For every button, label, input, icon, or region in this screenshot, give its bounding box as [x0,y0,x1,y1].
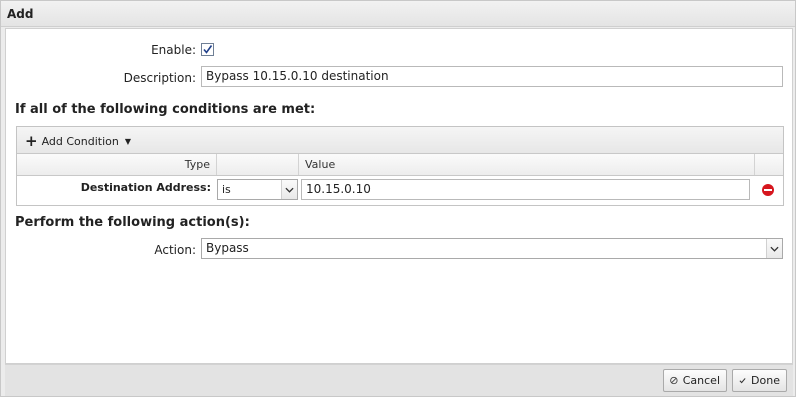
condition-value-field[interactable]: 10.15.0.10 [301,179,750,200]
action-select[interactable]: Bypass [201,238,783,259]
table-row: Destination Address: is 10.15.0.10 [17,176,783,203]
dialog-body: Enable: Description: Bypass 10.15.0.10 d… [5,28,793,364]
column-header-value[interactable]: Value [299,154,755,175]
remove-condition-icon[interactable] [762,184,774,196]
column-header-actions [755,154,783,175]
enable-checkbox[interactable] [201,43,214,56]
column-header-operator[interactable] [217,154,299,175]
description-field[interactable]: Bypass 10.15.0.10 destination [201,66,783,87]
action-value: Bypass [206,241,249,255]
caret-down-icon: ▼ [124,136,132,146]
action-label: Action: [154,243,196,257]
condition-type-label: Destination Address: [80,181,211,194]
column-header-type[interactable]: Type [17,154,217,175]
description-label: Description: [123,71,196,85]
dialog-title: Add [7,7,34,21]
dialog-footer: Cancel Done [5,364,793,396]
chevron-down-icon [281,180,297,199]
checkmark-icon [203,45,213,54]
done-button[interactable]: Done [732,369,787,392]
check-icon [739,378,746,384]
dialog-titlebar[interactable]: Add [1,1,795,27]
add-dialog: Add Enable: Description: Bypass 10.15.0.… [0,0,796,397]
add-condition-label: Add Condition [41,134,119,148]
cancel-button[interactable]: Cancel [663,369,727,392]
add-condition-button[interactable]: + Add Condition ▼ [25,133,131,149]
actions-heading: Perform the following action(s): [15,215,250,230]
done-label: Done [751,374,780,387]
plus-icon: + [25,132,38,150]
conditions-heading: If all of the following conditions are m… [15,102,316,117]
chevron-down-icon [766,239,782,258]
condition-operator-value: is [222,183,231,196]
conditions-header-row: Type Value [17,154,783,176]
condition-operator-select[interactable]: is [217,179,298,200]
cancel-label: Cancel [682,374,720,387]
conditions-grid: + Add Condition ▼ Type Value Destination… [16,126,784,206]
cancel-circle-icon [670,376,678,385]
enable-label: Enable: [151,43,196,57]
conditions-toolbar: + Add Condition ▼ [17,127,783,154]
